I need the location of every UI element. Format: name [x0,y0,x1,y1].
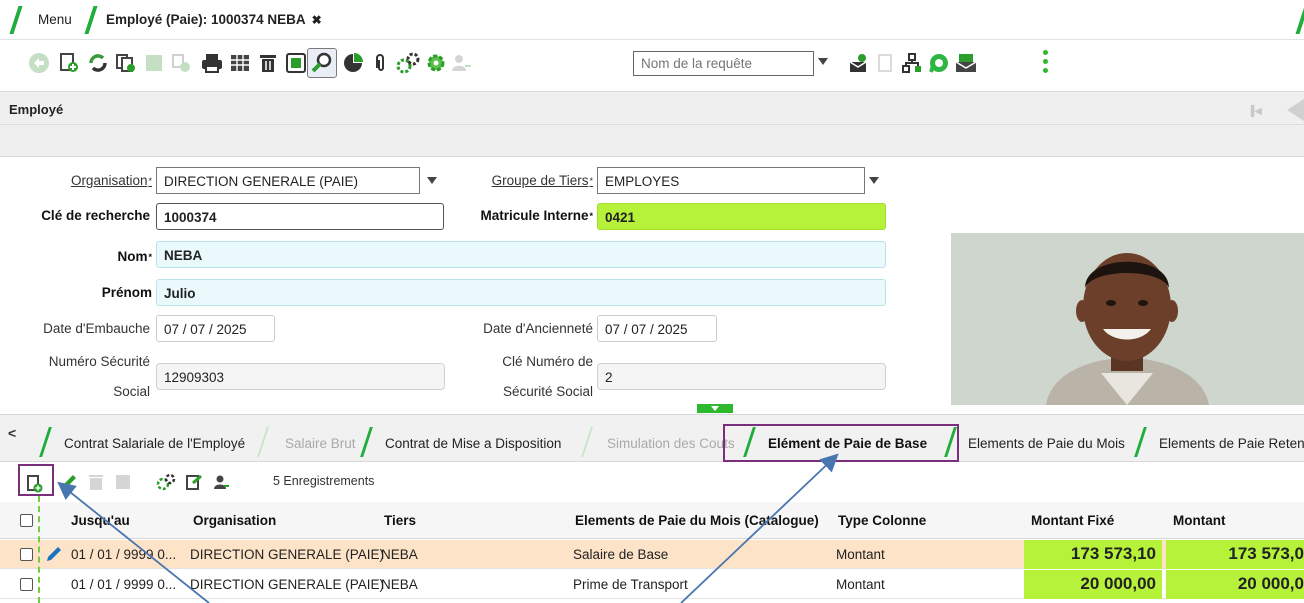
arrow-to-tab [680,453,839,603]
annotation-arrows [57,453,839,603]
arrow-to-new-button [57,481,210,603]
